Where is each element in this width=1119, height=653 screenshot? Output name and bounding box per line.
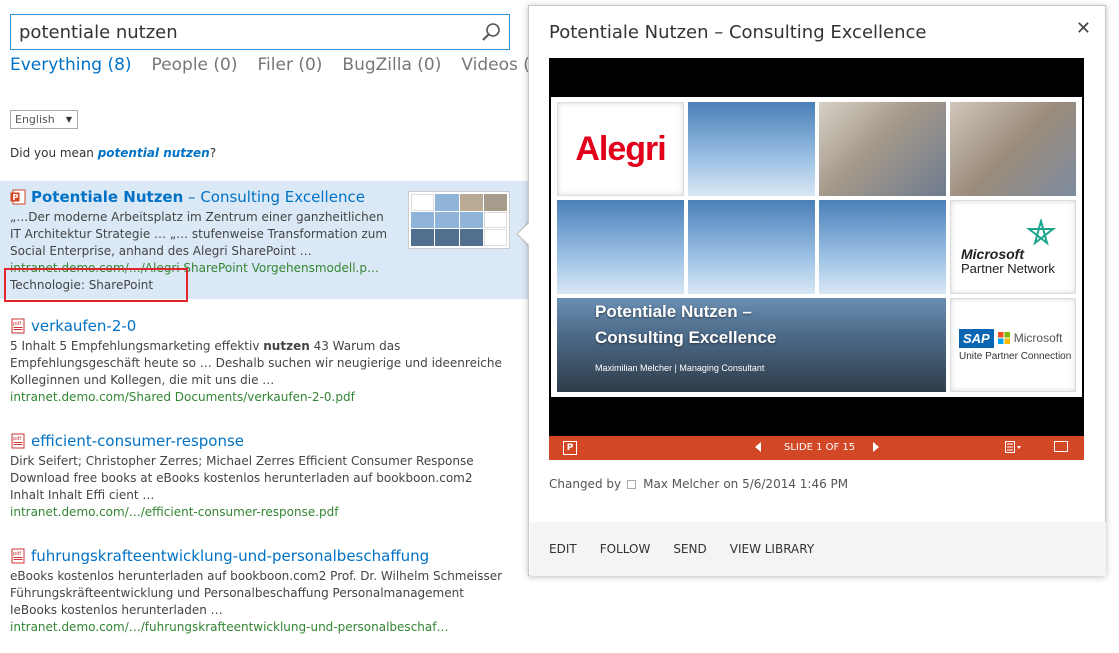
- alegri-logo-text: Alegri: [575, 129, 666, 168]
- search-input[interactable]: [11, 15, 473, 49]
- sky-photo: [557, 200, 684, 294]
- result-item[interactable]: pdf verkaufen-2-0 5 Inhalt 5 Empfehlungs…: [0, 317, 528, 406]
- result-snippet: „…Der moderne Arbeitsplatz im Zentrum ei…: [10, 210, 388, 258]
- sky-photo: [688, 200, 815, 294]
- ms-partner-sub: Partner Network: [961, 260, 1055, 276]
- business-people-photo: [819, 102, 946, 196]
- search-box: [10, 14, 510, 50]
- vertical-filer[interactable]: Filer (0): [258, 55, 323, 75]
- microsoft-partner-network-logo: Microsoft Partner Network: [950, 200, 1076, 294]
- snippet-text: 5 Inhalt 5 Empfehlungsmarketing effektiv: [10, 339, 264, 353]
- microsoft-logo-icon: [997, 332, 1010, 344]
- pdf-file-icon: pdf: [10, 318, 26, 334]
- result-url[interactable]: intranet.demo.com/…/efficient-consumer-r…: [10, 504, 518, 521]
- hover-panel-title[interactable]: Potentiale Nutzen – Consulting Excellenc…: [549, 22, 926, 43]
- document-preview[interactable]: Alegri Microsoft Partner Network SAP Mic…: [549, 58, 1084, 460]
- presence-icon[interactable]: [627, 479, 637, 489]
- triangle-left-icon: [755, 442, 761, 452]
- search-verticals: Everything (8) People (0) Filer (0) BugZ…: [10, 55, 547, 75]
- search-button[interactable]: [473, 15, 509, 49]
- search-icon: [482, 23, 500, 41]
- sky-photo: [819, 200, 946, 294]
- microsoft-wordmark: Microsoft: [1013, 331, 1063, 345]
- did-you-mean-link[interactable]: potential nutzen: [98, 146, 210, 160]
- svg-text:pdf: pdf: [13, 551, 21, 557]
- powerpoint-icon[interactable]: P: [563, 441, 577, 455]
- ms-partner-title: Microsoft: [961, 245, 1024, 262]
- result-title[interactable]: pdf efficient-consumer-response: [10, 432, 518, 450]
- sap-logo: SAP: [959, 328, 994, 348]
- powerpoint-viewer-toolbar: P SLIDE 1 OF 15: [549, 436, 1084, 460]
- edit-button[interactable]: EDIT: [549, 542, 577, 556]
- result-item[interactable]: pdf efficient-consumer-response Dirk Sei…: [0, 432, 528, 521]
- changed-by-author[interactable]: Max Melcher: [643, 477, 719, 491]
- result-title[interactable]: pdf verkaufen-2-0: [10, 317, 518, 335]
- language-selected: English: [15, 113, 55, 126]
- result-snippet: eBooks kostenlos herunterladen auf bookb…: [10, 569, 503, 617]
- highlight-annotation: [4, 268, 188, 302]
- result-snippet: 5 Inhalt 5 Empfehlungsmarketing effektiv…: [10, 338, 510, 389]
- result-url[interactable]: intranet.demo.com/Shared Documents/verka…: [10, 389, 518, 406]
- result-title-text: verkaufen-2-0: [31, 317, 137, 335]
- popout-icon[interactable]: [1054, 441, 1068, 452]
- snippet-highlight: nutzen: [263, 339, 310, 353]
- sap-microsoft-logo: SAP Microsoft Unite Partner Connection: [950, 298, 1076, 392]
- slide-counter: SLIDE 1 OF 15: [784, 442, 856, 453]
- alegri-logo: Alegri: [557, 102, 684, 196]
- send-button[interactable]: SEND: [673, 542, 706, 556]
- vertical-everything[interactable]: Everything (8): [10, 55, 132, 75]
- hover-panel-actions: EDIT FOLLOW SEND VIEW LIBRARY: [530, 522, 1106, 576]
- powerpoint-file-icon: P: [10, 189, 26, 205]
- svg-text:pdf: pdf: [13, 436, 21, 442]
- callout-pointer-fill: [518, 221, 531, 247]
- hover-panel: Potentiale Nutzen – Consulting Excellenc…: [528, 5, 1106, 576]
- chevron-down-icon: ▼: [65, 115, 72, 124]
- business-people-photo: [950, 102, 1076, 196]
- result-title-rest: – Consulting Excellence: [183, 188, 365, 206]
- sap-partner-sub: Unite Partner Connection: [959, 350, 1072, 362]
- did-you-mean-prefix: Did you mean: [10, 146, 98, 160]
- language-dropdown[interactable]: English ▼: [10, 110, 78, 129]
- pdf-file-icon: pdf: [10, 433, 26, 449]
- microsoft-partner-star-icon: [1026, 218, 1056, 246]
- view-library-button[interactable]: VIEW LIBRARY: [730, 542, 814, 556]
- close-icon[interactable]: ✕: [1076, 18, 1091, 39]
- did-you-mean-suffix: ?: [209, 146, 217, 160]
- changed-by-label: Changed by: [549, 477, 622, 491]
- changed-date: on 5/6/2014 1:46 PM: [723, 477, 849, 491]
- slide-image: Alegri Microsoft Partner Network SAP Mic…: [551, 97, 1082, 397]
- svg-text:P: P: [13, 193, 19, 202]
- viewer-menu-button[interactable]: [1005, 441, 1023, 456]
- changed-by-info: Changed by Max Melcher on 5/6/2014 1:46 …: [549, 477, 848, 491]
- result-title[interactable]: pdf fuhrungskrafteentwicklung-und-person…: [10, 547, 518, 565]
- next-slide-button[interactable]: [872, 441, 880, 456]
- did-you-mean: Did you mean potential nutzen?: [10, 146, 216, 160]
- svg-text:pdf: pdf: [13, 321, 21, 327]
- follow-button[interactable]: FOLLOW: [600, 542, 651, 556]
- vertical-bugzilla[interactable]: BugZilla (0): [342, 55, 441, 75]
- triangle-right-icon: [873, 442, 879, 452]
- slide-headline: Potentiale Nutzen – Consulting Excellenc…: [595, 302, 777, 347]
- result-title-text: efficient-consumer-response: [31, 432, 245, 450]
- slide-presenter: Maximilian Melcher | Managing Consultant: [595, 363, 765, 373]
- result-thumbnail[interactable]: [408, 191, 510, 249]
- document-menu-icon: [1005, 441, 1021, 453]
- previous-slide-button[interactable]: [754, 441, 762, 456]
- result-title-text: fuhrungskrafteentwicklung-und-personalbe…: [31, 547, 430, 565]
- vertical-people[interactable]: People (0): [152, 55, 238, 75]
- result-snippet: Dirk Seifert; Christopher Zerres; Michae…: [10, 454, 474, 502]
- result-url[interactable]: intranet.demo.com/…/fuhrungskrafteentwic…: [10, 619, 518, 636]
- search-results-page: Everything (8) People (0) Filer (0) BugZ…: [0, 0, 1119, 653]
- sky-photo: [688, 102, 815, 196]
- pdf-file-icon: pdf: [10, 548, 26, 564]
- result-item[interactable]: pdf fuhrungskrafteentwicklung-und-person…: [0, 547, 528, 636]
- result-title-bold: Potentiale Nutzen: [31, 188, 184, 206]
